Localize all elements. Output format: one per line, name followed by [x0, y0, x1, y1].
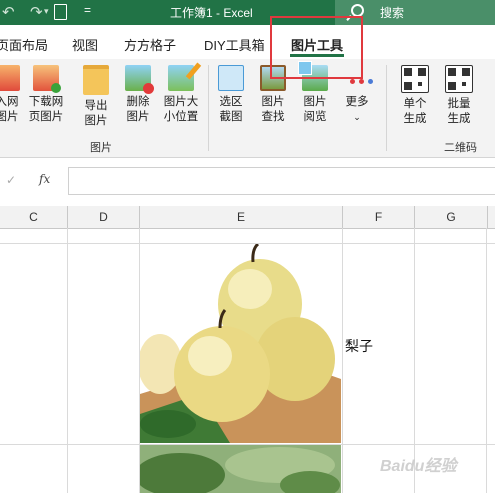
column-header-c[interactable]: C — [0, 206, 68, 228]
watermark: Baidu经验 — [380, 458, 457, 475]
save-file-icon[interactable] — [54, 4, 67, 20]
export-image-button[interactable]: 导出 图片 — [80, 59, 112, 129]
formula-bar: ✓ fx — [0, 164, 495, 196]
delete-image-button[interactable]: 删除 图片 — [122, 59, 154, 125]
column-header-f[interactable]: F — [343, 206, 415, 228]
ribbon-separator — [386, 65, 387, 151]
qr-batch-icon — [445, 65, 473, 93]
ribbon-tabs: 页面布局 视图 方方格子 DIY工具箱 图片工具 — [0, 25, 495, 59]
highlight-connector — [271, 77, 337, 79]
formula-input[interactable] — [68, 167, 495, 195]
group-label-image: 图片 — [90, 142, 112, 154]
delete-image-icon — [125, 65, 154, 94]
highlight-box — [270, 16, 363, 79]
search-label: 搜索 — [380, 6, 405, 20]
ribbon: 入网 图片 下载网 页图片 导出 图片 删除 图片 图片大 小位置 选区 截图 … — [0, 59, 495, 158]
image-size-position-button[interactable]: 图片大 小位置 — [160, 59, 202, 125]
tab-fangfang-grid[interactable]: 方方格子 — [124, 35, 176, 54]
tab-view[interactable]: 视图 — [72, 35, 98, 54]
ribbon-separator — [208, 65, 209, 151]
qr-single-generate-button[interactable]: 单个 生成 — [398, 59, 432, 127]
customize-qat-icon[interactable]: = — [84, 3, 91, 17]
cell-f-pear-label[interactable]: 梨子 — [345, 336, 373, 356]
more-dropdown-icon: ⌄ — [353, 112, 361, 122]
export-image-icon — [83, 65, 109, 95]
redo-dropdown-icon[interactable]: ▾ — [44, 6, 49, 17]
column-header-e[interactable]: E — [140, 206, 343, 228]
download-web-image-button[interactable]: 下载网 页图片 — [26, 59, 66, 125]
confirm-icon[interactable]: ✓ — [6, 173, 16, 187]
column-header-d[interactable]: D — [68, 206, 140, 228]
group-label-qrcode: 二维码 — [444, 142, 477, 154]
window-title: 工作簿1 - Excel — [170, 6, 253, 20]
title-bar: ↶ ↷ ▾ = 工作簿1 - Excel 搜索 — [0, 0, 495, 25]
insert-function-icon[interactable]: fx — [39, 172, 50, 186]
tab-diy-toolbox[interactable]: DIY工具箱 — [204, 35, 265, 54]
pear-image[interactable] — [140, 244, 341, 443]
undo-icon[interactable]: ↶ — [2, 3, 15, 21]
download-web-image-icon — [33, 65, 61, 93]
selection-screenshot-button[interactable]: 选区 截图 — [214, 59, 248, 125]
qr-batch-generate-button[interactable]: 批量 生成 — [442, 59, 476, 127]
redo-icon[interactable]: ↷ — [30, 3, 43, 21]
column-headers: C D E F G — [0, 206, 495, 229]
insert-web-image-button[interactable]: 入网 图片 — [0, 59, 22, 125]
column-header-g[interactable]: G — [415, 206, 488, 228]
insert-web-image-icon — [0, 65, 20, 91]
leaf-image[interactable] — [140, 445, 341, 493]
selection-screenshot-icon — [218, 65, 244, 91]
image-size-icon — [168, 62, 202, 91]
qr-single-icon — [401, 65, 429, 93]
tab-page-layout[interactable]: 页面布局 — [0, 35, 48, 54]
